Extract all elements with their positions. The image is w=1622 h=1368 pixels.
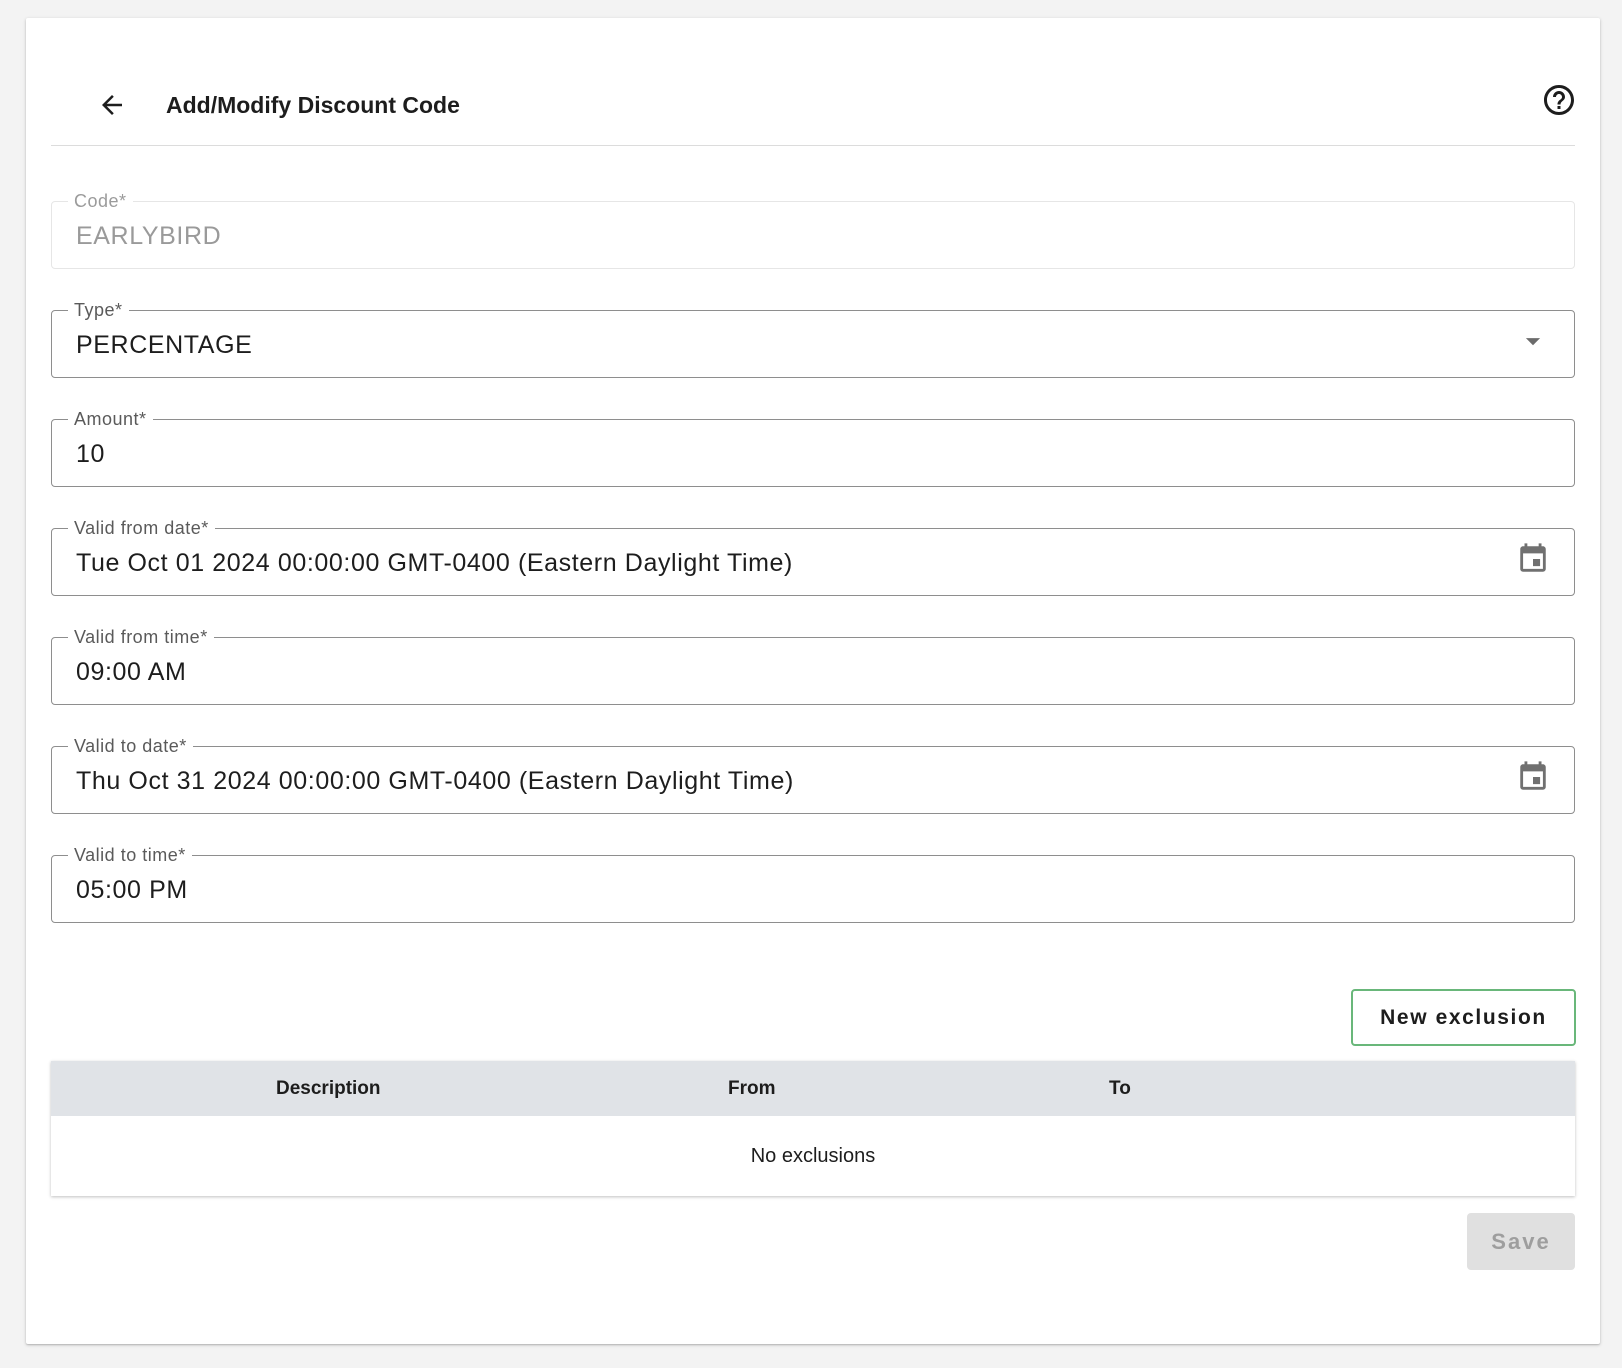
calendar-icon <box>1520 761 1546 790</box>
arrow-back-icon <box>102 95 122 115</box>
help-button[interactable] <box>1541 82 1577 118</box>
valid-to-time-field: Valid to time* 05:00 PM <box>51 846 1575 923</box>
valid-from-date-picker-button[interactable] <box>1515 541 1551 577</box>
type-select[interactable]: Type* PERCENTAGE <box>51 301 1575 378</box>
exclusions-table: Description From To No exclusions <box>51 1061 1575 1196</box>
back-button[interactable] <box>93 86 131 124</box>
valid-to-date-field: Valid to date* Thu Oct 31 2024 00:00:00 … <box>51 737 1575 814</box>
valid-from-time-field: Valid from time* 09:00 AM <box>51 628 1575 705</box>
valid-to-time-input[interactable]: 05:00 PM <box>76 870 1505 910</box>
calendar-icon <box>1520 543 1546 572</box>
amount-input[interactable]: 10 <box>76 434 1505 474</box>
valid-to-date-label: Valid to date* <box>74 736 187 756</box>
code-field-label: Code* <box>74 191 127 211</box>
amount-field: Amount* 10 <box>51 410 1575 487</box>
save-button[interactable]: Save <box>1467 1213 1575 1270</box>
column-header-to[interactable]: To <box>1109 1061 1131 1116</box>
type-select-value[interactable]: PERCENTAGE <box>76 325 1505 365</box>
valid-to-time-label: Valid to time* <box>74 845 186 865</box>
page-header: Add/Modify Discount Code <box>51 18 1575 146</box>
valid-to-date-input[interactable]: Thu Oct 31 2024 00:00:00 GMT-0400 (Easte… <box>76 761 1505 801</box>
valid-to-date-picker-button[interactable] <box>1515 759 1551 795</box>
new-exclusion-button[interactable]: New exclusion <box>1351 989 1576 1046</box>
discount-code-card: Add/Modify Discount Code Code* EARLYBIRD… <box>26 18 1600 1344</box>
column-header-from[interactable]: From <box>728 1061 776 1116</box>
page-title: Add/Modify Discount Code <box>166 92 460 118</box>
valid-from-time-label: Valid from time* <box>74 627 208 647</box>
code-input: EARLYBIRD <box>76 222 222 250</box>
table-header-row: Description From To <box>51 1061 1575 1116</box>
help-circle-icon <box>1544 85 1574 115</box>
valid-from-time-input[interactable]: 09:00 AM <box>76 652 1505 692</box>
column-header-description[interactable]: Description <box>276 1061 381 1116</box>
type-dropdown-toggle[interactable] <box>1515 323 1551 359</box>
code-field: Code* EARLYBIRD <box>51 192 1575 269</box>
valid-from-date-input[interactable]: Tue Oct 01 2024 00:00:00 GMT-0400 (Easte… <box>76 543 1505 583</box>
valid-from-date-field: Valid from date* Tue Oct 01 2024 00:00:0… <box>51 519 1575 596</box>
empty-table-message: No exclusions <box>750 1145 876 1167</box>
type-select-label: Type* <box>74 300 123 320</box>
amount-field-label: Amount* <box>74 409 147 429</box>
arrow-drop-down-icon <box>1525 338 1541 346</box>
valid-from-date-label: Valid from date* <box>74 518 209 538</box>
